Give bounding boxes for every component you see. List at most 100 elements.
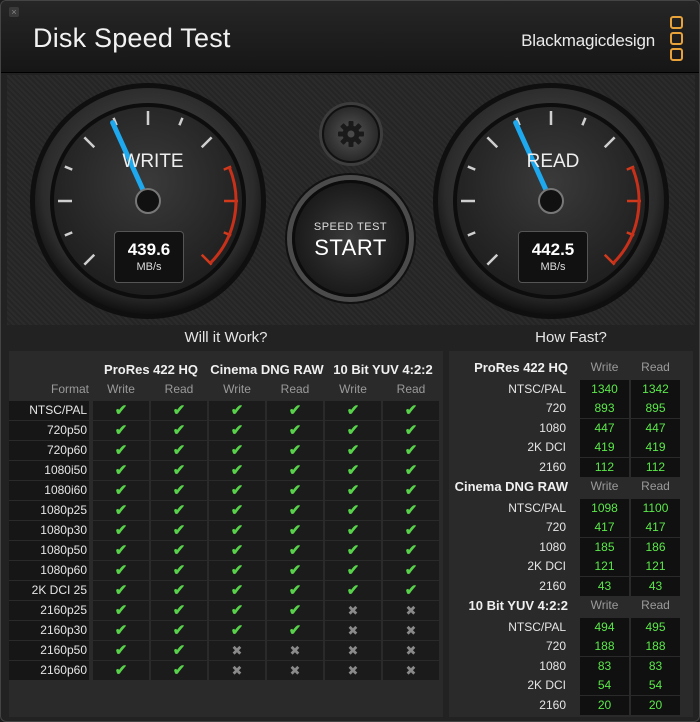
check-icon: ✔ bbox=[209, 501, 265, 520]
table-row: 2160p50 ✔ ✔ ✖ ✖ ✖ ✖ bbox=[9, 641, 443, 660]
write-fps-value: 112 bbox=[580, 457, 629, 477]
speed-format-label: 1080 bbox=[539, 658, 566, 673]
check-icon: ✔ bbox=[267, 561, 323, 580]
check-icon: ✔ bbox=[151, 461, 207, 480]
read-fps-value: 20 bbox=[631, 695, 680, 715]
speed-format-label: 720 bbox=[545, 639, 566, 654]
will-it-work-table: ProRes 422 HQ Write Read Cinema DNG RAW Writ… bbox=[9, 351, 443, 717]
cross-icon: ✖ bbox=[325, 601, 381, 620]
check-icon: ✔ bbox=[267, 441, 323, 460]
cross-icon: ✖ bbox=[383, 661, 439, 680]
cross-icon: ✖ bbox=[325, 641, 381, 660]
read-fps-value: 417 bbox=[631, 518, 680, 538]
format-label: 720p50 bbox=[9, 421, 89, 440]
speed-format-label: NTSC/PAL bbox=[508, 382, 566, 396]
check-icon: ✔ bbox=[209, 601, 265, 620]
write-fps-value: 121 bbox=[580, 557, 629, 577]
check-icon: ✔ bbox=[267, 601, 323, 620]
table-row: 1080i50 ✔ ✔ ✔ ✔ ✔ ✔ bbox=[9, 461, 443, 480]
check-icon: ✔ bbox=[209, 541, 265, 560]
check-icon: ✔ bbox=[267, 581, 323, 600]
read-fps-value: 112 bbox=[631, 457, 680, 477]
format-label: 1080i50 bbox=[9, 461, 89, 480]
speed-format-label: 1080 bbox=[539, 539, 566, 554]
write-fps-value: 43 bbox=[580, 576, 629, 596]
check-icon: ✔ bbox=[267, 501, 323, 520]
speed-format-label: 1080 bbox=[539, 420, 566, 435]
write-fps-value: 188 bbox=[580, 637, 629, 657]
format-label: 1080p50 bbox=[9, 541, 89, 560]
table-row: NTSC/PAL ✔ ✔ ✔ ✔ ✔ ✔ bbox=[9, 401, 443, 420]
read-speed-value: 442.5 bbox=[531, 240, 575, 259]
read-column-header: Read bbox=[280, 382, 310, 396]
speed-group-header: Cinema DNG RAW bbox=[454, 479, 568, 494]
table-row: 2160p25 ✔ ✔ ✔ ✔ ✖ ✖ bbox=[9, 601, 443, 620]
check-icon: ✔ bbox=[209, 401, 265, 420]
format-label: 1080p25 bbox=[9, 501, 89, 520]
check-icon: ✔ bbox=[325, 581, 381, 600]
check-icon: ✔ bbox=[93, 521, 149, 540]
format-column-header: Format bbox=[50, 382, 89, 396]
write-fps-value: 1098 bbox=[580, 499, 629, 518]
read-fps-value: 186 bbox=[631, 537, 680, 557]
cross-icon: ✖ bbox=[383, 641, 439, 660]
write-fps-value: 419 bbox=[580, 438, 629, 458]
check-icon: ✔ bbox=[93, 601, 149, 620]
read-fps-value: 419 bbox=[631, 438, 680, 458]
close-icon[interactable]: × bbox=[9, 7, 19, 17]
read-speed-unit: MB/s bbox=[540, 261, 566, 273]
check-icon: ✔ bbox=[383, 441, 439, 460]
write-column-header: Write bbox=[590, 598, 619, 612]
check-icon: ✔ bbox=[325, 501, 381, 520]
format-label: 1080p30 bbox=[9, 521, 89, 540]
cross-icon: ✖ bbox=[209, 661, 265, 680]
check-icon: ✔ bbox=[383, 421, 439, 440]
check-icon: ✔ bbox=[383, 521, 439, 540]
read-gauge-hub bbox=[538, 188, 564, 214]
format-label: 1080p60 bbox=[9, 561, 89, 580]
check-icon: ✔ bbox=[151, 561, 207, 580]
check-icon: ✔ bbox=[151, 481, 207, 500]
format-label: 2K DCI 25 bbox=[9, 581, 89, 600]
start-button-caption: SPEED TEST bbox=[313, 221, 388, 233]
cross-icon: ✖ bbox=[267, 641, 323, 660]
cross-icon: ✖ bbox=[209, 641, 265, 660]
speed-format-label: 720 bbox=[545, 401, 566, 416]
read-fps-value: 895 bbox=[631, 399, 680, 419]
start-button[interactable]: SPEED TEST START bbox=[292, 180, 409, 297]
check-icon: ✔ bbox=[267, 401, 323, 420]
check-icon: ✔ bbox=[383, 461, 439, 480]
speed-format-label: 2K DCI bbox=[527, 440, 566, 455]
check-icon: ✔ bbox=[93, 541, 149, 560]
table-row: 720p50 ✔ ✔ ✔ ✔ ✔ ✔ bbox=[9, 421, 443, 440]
check-icon: ✔ bbox=[151, 641, 207, 660]
check-icon: ✔ bbox=[93, 481, 149, 500]
check-icon: ✔ bbox=[151, 441, 207, 460]
format-group-header: Cinema DNG RAW bbox=[210, 362, 324, 377]
write-fps-value: 893 bbox=[580, 399, 629, 419]
cross-icon: ✖ bbox=[325, 661, 381, 680]
format-label: 720p60 bbox=[9, 441, 89, 460]
speed-group-header: ProRes 422 HQ bbox=[474, 360, 568, 375]
format-label: 1080i60 bbox=[9, 481, 89, 500]
check-icon: ✔ bbox=[93, 401, 149, 420]
check-icon: ✔ bbox=[209, 521, 265, 540]
settings-button[interactable] bbox=[322, 105, 380, 163]
check-icon: ✔ bbox=[209, 461, 265, 480]
gear-icon bbox=[338, 121, 364, 147]
table-row: 1080p25 ✔ ✔ ✔ ✔ ✔ ✔ bbox=[9, 501, 443, 520]
speed-format-label: 2160 bbox=[539, 697, 566, 712]
check-icon: ✔ bbox=[93, 501, 149, 520]
check-icon: ✔ bbox=[151, 401, 207, 420]
check-icon: ✔ bbox=[325, 441, 381, 460]
cross-icon: ✖ bbox=[267, 661, 323, 680]
check-icon: ✔ bbox=[267, 621, 323, 640]
how-fast-table: ProRes 422 HQ Write Read NTSC/PAL 1340 1342 72… bbox=[449, 351, 693, 717]
write-fps-value: 83 bbox=[580, 656, 629, 676]
check-icon: ✔ bbox=[383, 401, 439, 420]
write-column-header: Write bbox=[339, 382, 367, 396]
read-fps-value: 1100 bbox=[631, 499, 680, 518]
write-column-header: Write bbox=[590, 360, 619, 374]
write-speed-unit: MB/s bbox=[136, 261, 162, 273]
check-icon: ✔ bbox=[209, 561, 265, 580]
